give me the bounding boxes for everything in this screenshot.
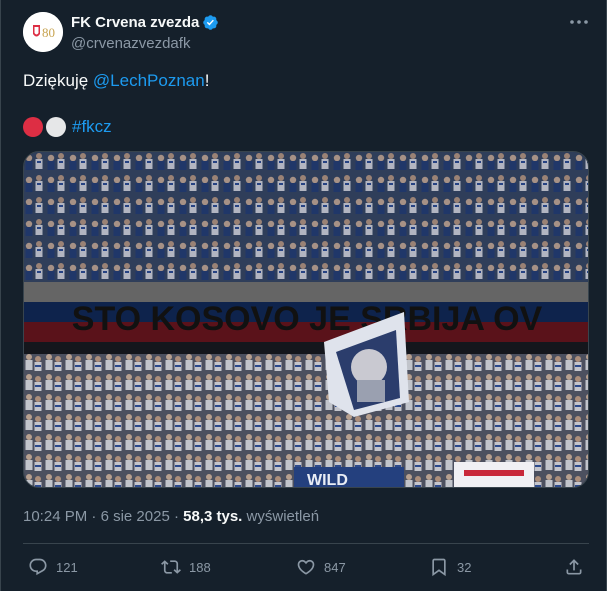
like-button[interactable]: 847 xyxy=(296,557,346,577)
bookmark-count: 32 xyxy=(457,559,472,575)
tweet-text-suffix: ! xyxy=(204,71,210,90)
flag-text: WILD xyxy=(307,472,348,488)
like-count: 847 xyxy=(324,559,346,575)
views-count: 58,3 tys. xyxy=(183,508,243,525)
tweet-text: Dziękuję @LechPoznan! xyxy=(23,70,209,92)
meta-separator: · xyxy=(169,508,184,525)
action-bar: 121 188 847 32 xyxy=(23,553,589,583)
reply-count: 121 xyxy=(56,559,78,575)
share-icon xyxy=(566,559,582,575)
tweet-photo[interactable]: STO KOSOVO JE SRBIJA OV WILD xyxy=(23,151,589,488)
bookmark-icon xyxy=(432,558,446,577)
tweet-header: 80 FK Crvena zvezda @crvenazvezdafk xyxy=(23,12,595,56)
handle[interactable]: @crvenazvezdafk xyxy=(71,35,190,52)
more-icon[interactable] xyxy=(567,12,591,32)
mention-link[interactable]: @LechPoznan xyxy=(93,71,205,90)
red-circle-emoji xyxy=(23,117,43,137)
bookmark-button[interactable]: 32 xyxy=(429,557,471,577)
verified-badge-icon xyxy=(202,14,219,31)
avatar-anniversary-text: 80 xyxy=(42,25,55,40)
repost-button[interactable]: 188 xyxy=(161,557,211,577)
repost-count: 188 xyxy=(189,559,211,575)
tweet-meta: 10:24 PM · 6 sie 2025 · 58,3 tys. wyświe… xyxy=(23,508,319,525)
tweet-text-prefix: Dziękuję xyxy=(23,71,93,90)
heart-icon xyxy=(297,559,315,575)
share-button[interactable] xyxy=(564,557,592,577)
tweet-date[interactable]: 6 sie 2025 xyxy=(101,508,170,525)
tags-line: #fkcz xyxy=(23,117,112,137)
white-circle-emoji xyxy=(46,117,66,137)
name-row: FK Crvena zvezda xyxy=(71,14,219,31)
avatar[interactable]: 80 xyxy=(23,12,63,52)
display-name[interactable]: FK Crvena zvezda xyxy=(71,14,199,31)
views-label: wyświetleń xyxy=(242,508,320,525)
meta-separator: · xyxy=(87,508,101,525)
reply-icon xyxy=(29,558,47,576)
banner-text: STO KOSOVO JE SRBIJA OV xyxy=(72,300,543,338)
hashtag-link[interactable]: #fkcz xyxy=(72,117,112,137)
tweet-time[interactable]: 10:24 PM xyxy=(23,508,87,525)
reply-button[interactable]: 121 xyxy=(28,557,78,577)
repost-icon xyxy=(161,560,181,574)
divider xyxy=(23,543,589,544)
